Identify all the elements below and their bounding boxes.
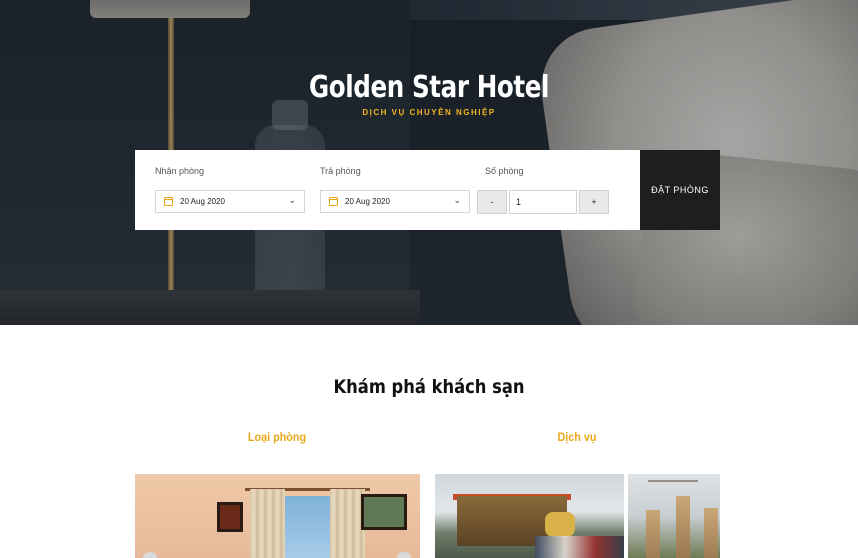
- checkout-date-value: 20 Aug 2020: [345, 197, 390, 206]
- booking-form: Nhận phòng 20 Aug 2020 ⌄ Trả phòng 20 Au…: [135, 150, 640, 230]
- tourists: [535, 536, 624, 558]
- pagoda-tower: [676, 496, 690, 558]
- calendar-icon: [164, 197, 173, 206]
- window: [285, 496, 330, 558]
- curtain-right: [330, 489, 365, 558]
- service-boat-image[interactable]: [435, 474, 624, 558]
- curtain-left: [250, 489, 285, 558]
- hotel-subtitle: DỊCH VỤ CHUYÊN NGHIỆP: [362, 108, 496, 117]
- lamp: [143, 552, 157, 558]
- rooms-increment-button[interactable]: +: [579, 190, 609, 214]
- rooms-quantity-input[interactable]: 1: [509, 190, 577, 214]
- checkin-date-select[interactable]: 20 Aug 2020 ⌄: [155, 190, 305, 213]
- category-room-types[interactable]: Loại phòng: [187, 430, 367, 444]
- lamp: [397, 552, 411, 558]
- rooms-label: Số phòng: [485, 166, 524, 176]
- chevron-down-icon: ⌄: [288, 195, 296, 205]
- dragon-prow: [545, 512, 575, 537]
- pagoda-tower: [704, 508, 718, 558]
- checkin-date-value: 20 Aug 2020: [180, 197, 225, 206]
- tree-branches: [648, 480, 698, 510]
- category-services[interactable]: Dịch vụ: [487, 430, 667, 444]
- wall-painting: [361, 494, 407, 530]
- wall-painting: [217, 502, 243, 532]
- service-pagoda-image[interactable]: [628, 474, 720, 558]
- chevron-down-icon: ⌄: [453, 195, 461, 205]
- checkout-label: Trả phòng: [320, 166, 361, 176]
- explore-heading: Khám phá khách sạn: [333, 376, 525, 398]
- room-type-image[interactable]: [135, 474, 420, 558]
- pagoda-tower: [646, 510, 660, 558]
- rooms-decrement-button[interactable]: -: [477, 190, 507, 214]
- book-room-button[interactable]: ĐẶT PHÒNG: [640, 150, 720, 230]
- hotel-title: Golden Star Hotel: [308, 70, 550, 105]
- checkin-label: Nhận phòng: [155, 166, 205, 176]
- calendar-icon: [329, 197, 338, 206]
- checkout-date-select[interactable]: 20 Aug 2020 ⌄: [320, 190, 470, 213]
